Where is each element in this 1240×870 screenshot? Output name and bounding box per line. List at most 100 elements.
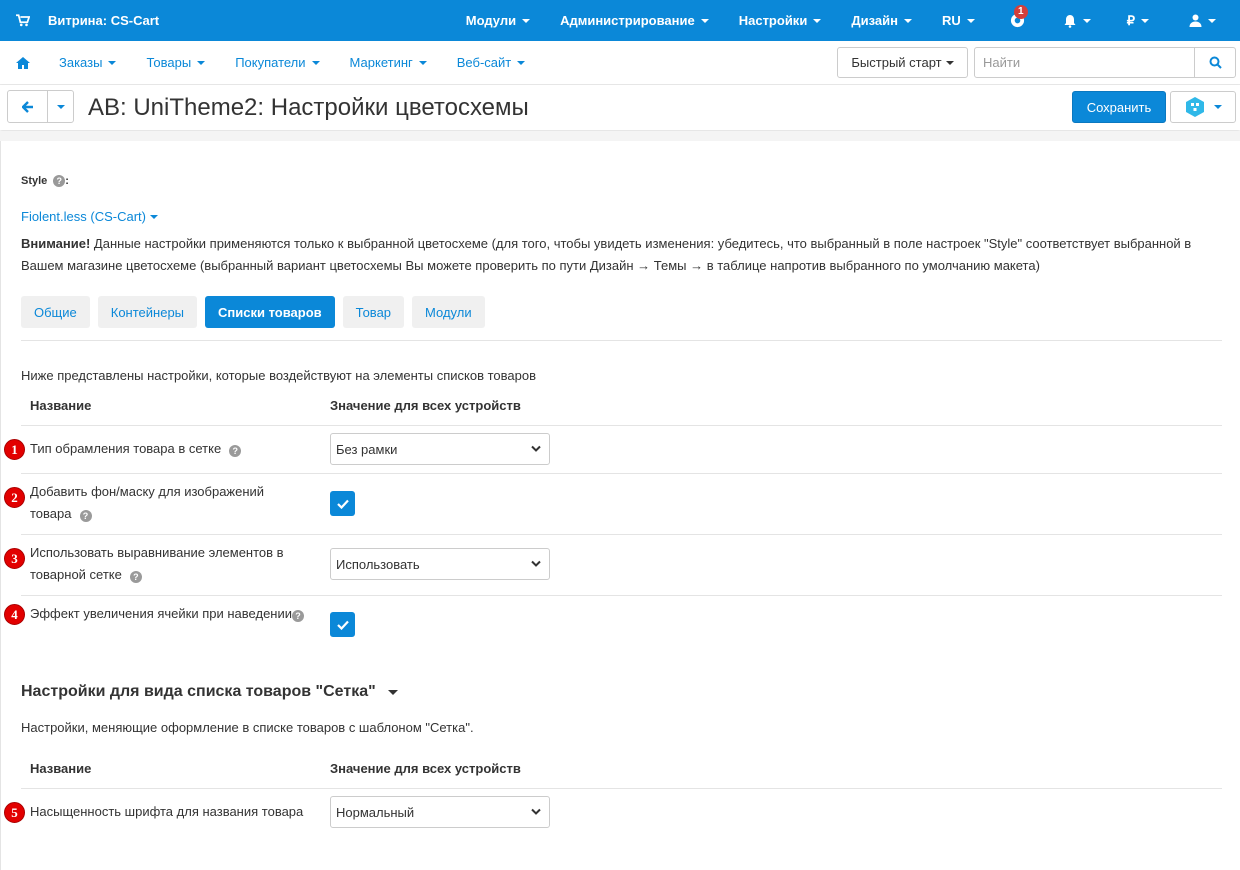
notification-badge: 1 — [1013, 5, 1028, 19]
top-bar: Витрина: CS-Cart Модули Администрировани… — [0, 0, 1240, 41]
history-dropdown[interactable] — [48, 91, 73, 122]
nav-label: Покупатели — [235, 55, 306, 70]
callout-number: 4 — [4, 604, 25, 625]
style-label: Style ?: — [21, 175, 69, 187]
grid-settings-section-toggle[interactable]: Настройки для вида списка товаров "Сетка… — [21, 683, 398, 701]
language-selector[interactable]: RU — [927, 0, 990, 41]
select-value: Нормальный — [336, 804, 415, 820]
user-icon — [1189, 14, 1202, 27]
tabs: Общие Контейнеры Списки товаров Товар Мо… — [21, 296, 493, 328]
help-icon[interactable]: ? — [292, 610, 305, 622]
callout-number: 3 — [4, 548, 25, 569]
top-menu-label: Модули — [465, 13, 517, 28]
bell-icon — [1064, 14, 1076, 28]
nav-orders[interactable]: Заказы — [44, 41, 131, 85]
style-label-text: Style — [21, 175, 48, 187]
select-value: Использовать — [336, 556, 420, 572]
storefront-link[interactable]: Витрина: CS-Cart — [0, 13, 159, 28]
chevron-down-icon — [531, 445, 541, 452]
caret-down-icon — [903, 18, 912, 23]
chevron-down-icon — [531, 808, 541, 815]
caret-down-icon — [522, 18, 531, 23]
column-header-name: Название — [30, 761, 92, 776]
image-mask-checkbox[interactable] — [330, 491, 355, 516]
nav-label: Товары — [146, 55, 192, 70]
home-icon[interactable] — [16, 56, 30, 69]
frame-type-select[interactable]: Без рамки — [330, 433, 550, 465]
callout-number: 5 — [4, 802, 25, 823]
user-menu[interactable] — [1167, 0, 1240, 41]
addon-menu-button[interactable] — [1170, 91, 1236, 123]
section-description: Настройки, меняющие оформление в списке … — [21, 720, 474, 735]
tab-product-lists[interactable]: Списки товаров — [205, 296, 335, 328]
currency-label: ₽ — [1126, 12, 1135, 28]
setting-label-text: Добавить фон/маску для изображений товар… — [30, 484, 265, 521]
top-menu-design[interactable]: Дизайн — [836, 0, 927, 41]
title-font-weight-select[interactable]: Нормальный — [330, 796, 550, 828]
search-button[interactable] — [1194, 48, 1235, 77]
hover-zoom-checkbox[interactable] — [330, 612, 355, 637]
setting-label: Использовать выравнивание элементов в то… — [30, 542, 305, 586]
search-input[interactable] — [975, 48, 1194, 77]
grid-alignment-select[interactable]: Использовать — [330, 548, 550, 580]
quick-start-label: Быстрый старт — [851, 55, 942, 70]
divider — [21, 788, 1222, 789]
column-header-name: Название — [30, 398, 92, 413]
help-icon[interactable]: ? — [129, 571, 142, 583]
top-menu-label: Администрирование — [560, 13, 695, 28]
storefront-name: Витрина: CS-Cart — [48, 13, 160, 28]
divider — [21, 534, 1222, 535]
tab-containers[interactable]: Контейнеры — [97, 296, 198, 328]
nav-marketing[interactable]: Маркетинг — [335, 41, 442, 85]
tab-general[interactable]: Общие — [21, 296, 90, 328]
back-button-group — [7, 90, 74, 123]
save-button[interactable]: Сохранить — [1072, 91, 1166, 123]
title-bar: AB: UniTheme2: Настройки цветосхемы Сохр… — [0, 85, 1240, 130]
column-header-value: Значение для всех устройств — [330, 398, 521, 413]
help-icon[interactable]: ? — [229, 445, 242, 457]
quick-start-button[interactable]: Быстрый старт — [837, 47, 968, 78]
caret-down-icon — [700, 18, 709, 23]
top-menu-label: Настройки — [738, 13, 808, 28]
caret-down-icon — [517, 60, 526, 65]
top-menu-administration[interactable]: Администрирование — [545, 0, 724, 41]
top-menu-settings[interactable]: Настройки — [724, 0, 837, 41]
setting-label-text: Использовать выравнивание элементов в то… — [30, 545, 284, 582]
search-icon — [1209, 56, 1222, 69]
section-description: Ниже представлены настройки, которые воз… — [21, 368, 536, 383]
divider — [21, 473, 1222, 474]
help-button[interactable]: 1 — [990, 0, 1045, 41]
search-box — [974, 47, 1236, 78]
chevron-down-icon — [531, 560, 541, 567]
help-icon[interactable]: ? — [53, 175, 66, 187]
tab-modules[interactable]: Модули — [412, 296, 485, 328]
cart-icon — [16, 14, 30, 27]
top-menu-modules[interactable]: Модули — [451, 0, 545, 41]
back-button[interactable] — [8, 91, 48, 122]
caret-down-icon — [966, 18, 975, 23]
nav-website[interactable]: Веб-сайт — [442, 41, 540, 85]
arrow-left-icon — [21, 100, 33, 113]
main-nav: Заказы Товары Покупатели Маркетинг Веб-с… — [0, 41, 1240, 85]
caret-down-icon — [1214, 105, 1222, 109]
top-menu-label: Дизайн — [851, 13, 898, 28]
warning-note: Внимание! Данные настройки применяются т… — [21, 233, 1221, 277]
select-value: Без рамки — [336, 441, 398, 457]
caret-down-icon — [1208, 18, 1216, 23]
divider — [21, 425, 1222, 426]
caret-down-icon — [945, 60, 954, 65]
caret-down-icon — [387, 689, 398, 695]
setting-label-text: Тип обрамления товара в сетке — [30, 441, 222, 456]
page-gap — [0, 131, 1240, 141]
addon-hexagon-icon — [1186, 97, 1204, 117]
currency-selector[interactable]: ₽ — [1109, 0, 1167, 41]
nav-customers[interactable]: Покупатели — [220, 41, 334, 85]
checkmark-icon — [336, 499, 349, 509]
column-header-value: Значение для всех устройств — [330, 761, 521, 776]
help-icon[interactable]: ? — [79, 510, 92, 522]
warning-text: Данные настройки применяются только к вы… — [21, 236, 1192, 273]
tab-product[interactable]: Товар — [342, 296, 405, 328]
style-selector[interactable]: Fiolent.less (CS-Cart) — [21, 209, 158, 224]
nav-products[interactable]: Товары — [131, 41, 220, 85]
notifications-button[interactable] — [1045, 0, 1109, 41]
